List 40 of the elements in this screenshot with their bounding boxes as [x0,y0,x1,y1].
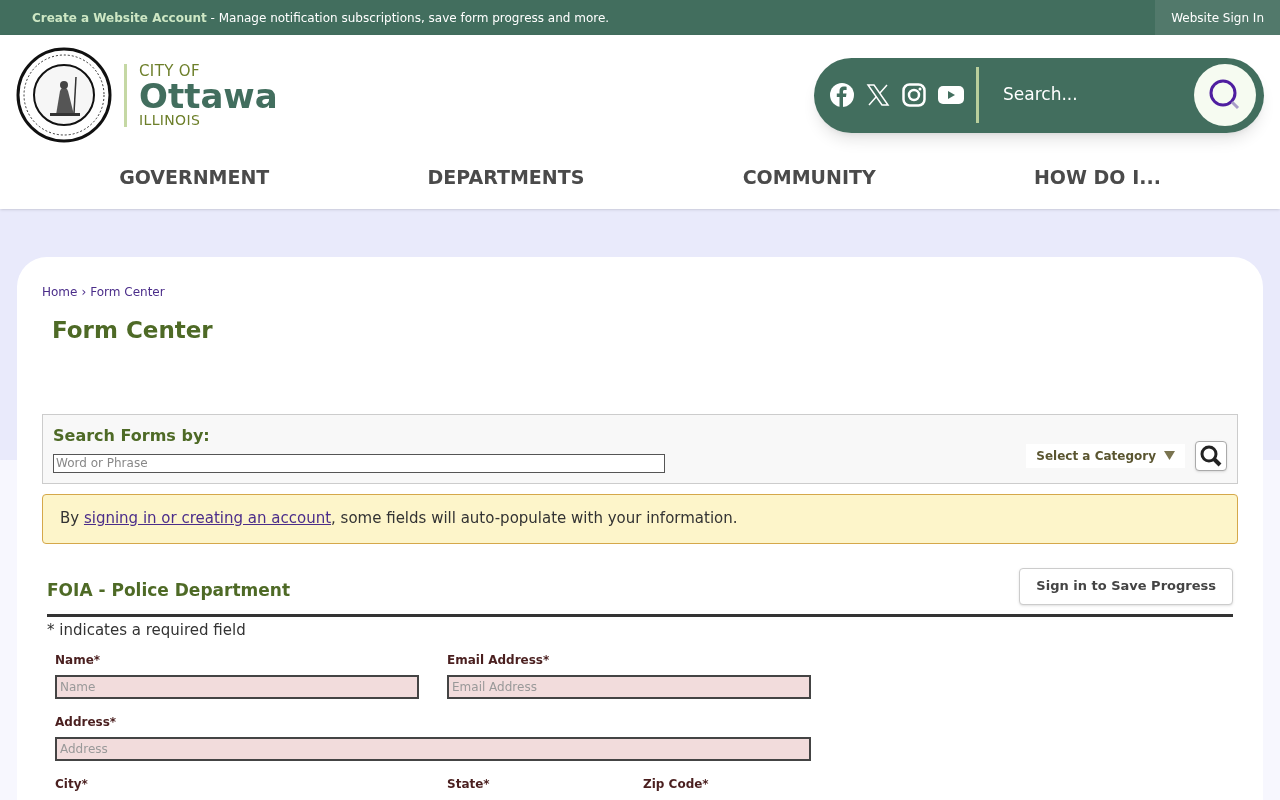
text-field[interactable]: Email Address [447,675,811,699]
breadcrumb-link[interactable]: Form Center [90,283,165,301]
search-button[interactable] [1194,64,1256,126]
nav-menu-item[interactable]: COMMUNITY [730,155,888,200]
nav-menu-item[interactable]: HOW DO I... [1021,155,1173,200]
breadcrumb-link[interactable]: Home [42,283,78,301]
text-field[interactable]: Address [55,737,811,761]
sign-in-notice: By signing in or creating an account, some fields will auto-populate with your information. [42,493,1238,544]
search-forms-button[interactable] [1195,440,1227,471]
account-message: Create a Website Account - Manage notification subscriptions, save form progress and more. [32,9,610,27]
field-label: Email Address* [447,652,551,669]
website-sign-in-button[interactable]: Website Sign In [1155,0,1280,35]
video-play-icon[interactable] [938,85,964,105]
logo-city-of: CITY OF [139,63,202,79]
keyword-field[interactable]: Word or Phrase [53,453,665,473]
required-note: * indicates a required field [47,619,247,641]
field-label: State* [447,776,491,793]
nav-menu-item[interactable]: DEPARTMENTS [415,155,597,200]
field-label: Zip Code* [643,776,710,793]
search-forms-label: Search Forms by: [53,424,211,447]
logo-city-name: Ottawa [139,78,278,113]
text-field[interactable]: Name [55,675,419,699]
search-field[interactable]: Search... [991,82,1194,108]
breadcrumb-separator: › [81,284,87,301]
field-label: City* [55,776,89,793]
page-title: Form Center [52,316,214,345]
sign-in-link[interactable]: signing in or creating an account [83,509,332,528]
create-account-link[interactable]: Create a Website Account [32,10,207,25]
category-dropdown[interactable]: Select a Category [1026,443,1185,468]
facebook-icon[interactable] [830,83,854,107]
field-label: Address* [55,714,118,731]
x-logo-icon[interactable] [866,83,890,107]
nav-menu-item[interactable]: GOVERNMENT [107,155,282,200]
save-progress-button[interactable]: Sign in to Save Progress [1019,567,1233,605]
form-title: FOIA - Police Department [47,579,291,602]
field-label: Name* [55,652,102,669]
search-icon [1208,78,1242,112]
logo-state: ILLINOIS [139,112,202,127]
search-icon [1200,444,1222,467]
instagram-icon[interactable] [902,83,926,107]
